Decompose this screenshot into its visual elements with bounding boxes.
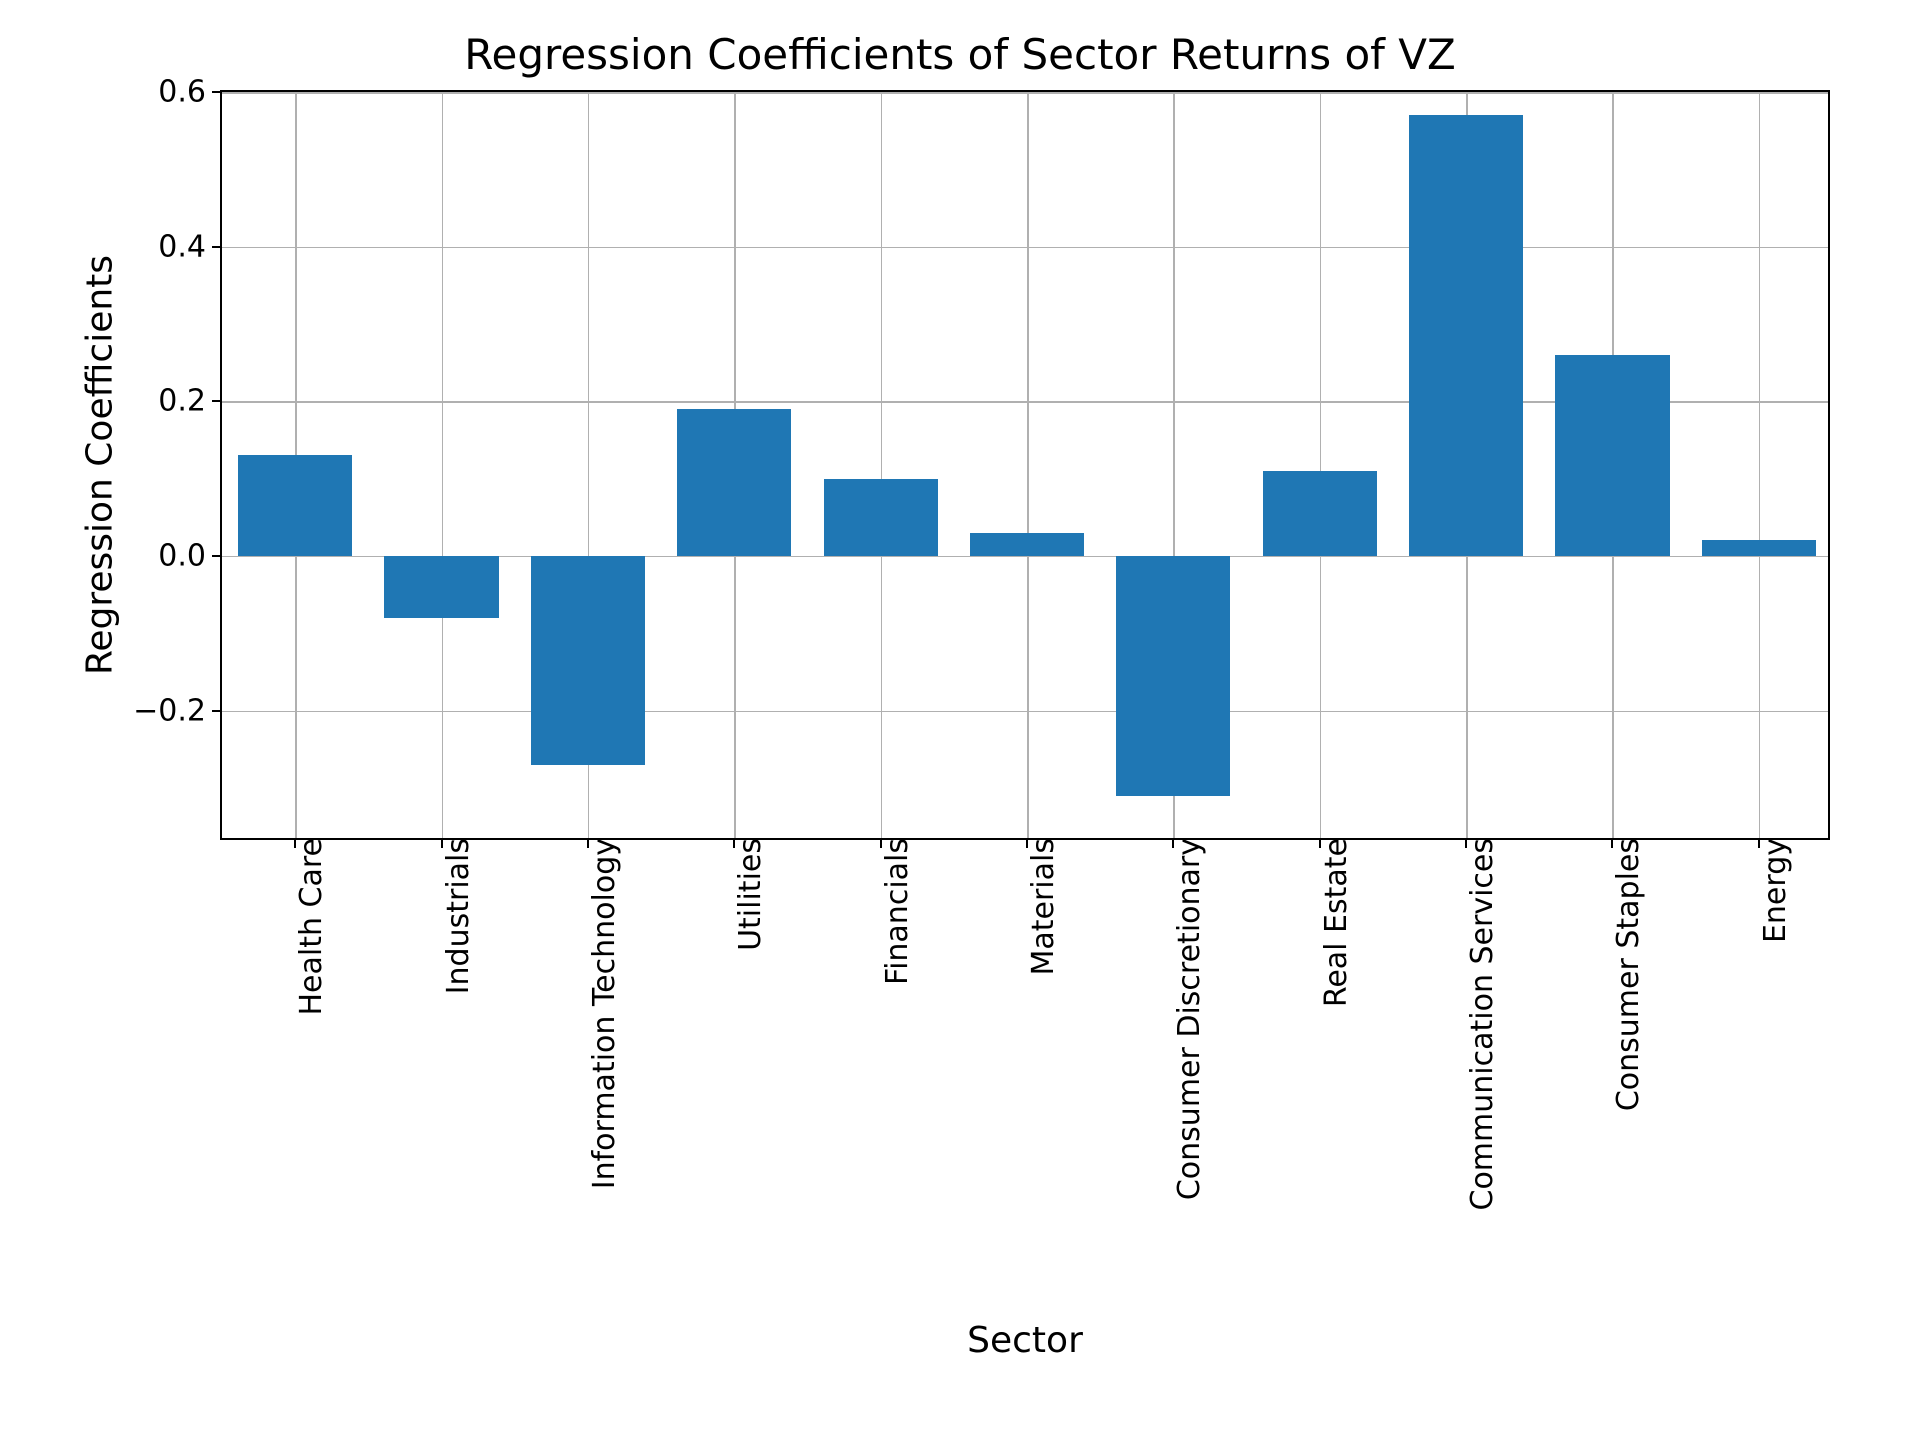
gridline-v <box>1027 92 1029 838</box>
y-tick-mark <box>212 555 222 557</box>
x-tick-label: Energy <box>1744 838 1793 943</box>
x-tick-label: Information Technology <box>573 838 622 1189</box>
x-tick-label: Industrials <box>427 838 476 994</box>
x-axis-label: Sector <box>967 1320 1083 1361</box>
x-tick-label: Financials <box>866 838 915 985</box>
bar <box>824 479 938 556</box>
y-tick-mark <box>212 400 222 402</box>
y-tick-label: −0.2 <box>133 693 222 728</box>
bar <box>1263 471 1377 556</box>
bar <box>677 409 791 556</box>
chart-title: Regression Coefficients of Sector Return… <box>0 30 1920 79</box>
gridline-v <box>1759 92 1761 838</box>
x-tick-label: Health Care <box>280 838 329 1016</box>
bar <box>970 533 1084 556</box>
y-axis-label: Regression Coefficients <box>80 255 121 675</box>
chart-container: Regression Coefficients of Sector Return… <box>0 0 1920 1440</box>
bar <box>531 556 645 765</box>
x-tick-label: Consumer Discretionary <box>1158 838 1207 1200</box>
gridline-v <box>881 92 883 838</box>
bar <box>1555 355 1669 556</box>
gridline-v <box>442 92 444 838</box>
bar <box>384 556 498 618</box>
gridline-h <box>222 711 1828 713</box>
y-tick-mark <box>212 246 222 248</box>
gridline-h <box>222 92 1828 94</box>
x-tick-label: Materials <box>1012 838 1061 976</box>
bar <box>238 455 352 556</box>
x-tick-label: Consumer Staples <box>1597 838 1646 1111</box>
gridline-h <box>222 247 1828 249</box>
y-tick-mark <box>212 710 222 712</box>
x-tick-label: Utilities <box>719 838 768 951</box>
gridline-v <box>1320 92 1322 838</box>
bar <box>1702 540 1816 555</box>
y-tick-mark <box>212 91 222 93</box>
x-tick-label: Real Estate <box>1305 838 1354 1007</box>
x-tick-label: Communication Services <box>1451 838 1500 1211</box>
plot-area: −0.20.00.20.40.6Health CareIndustrialsIn… <box>220 90 1830 840</box>
bar <box>1116 556 1230 796</box>
bar <box>1409 115 1523 556</box>
